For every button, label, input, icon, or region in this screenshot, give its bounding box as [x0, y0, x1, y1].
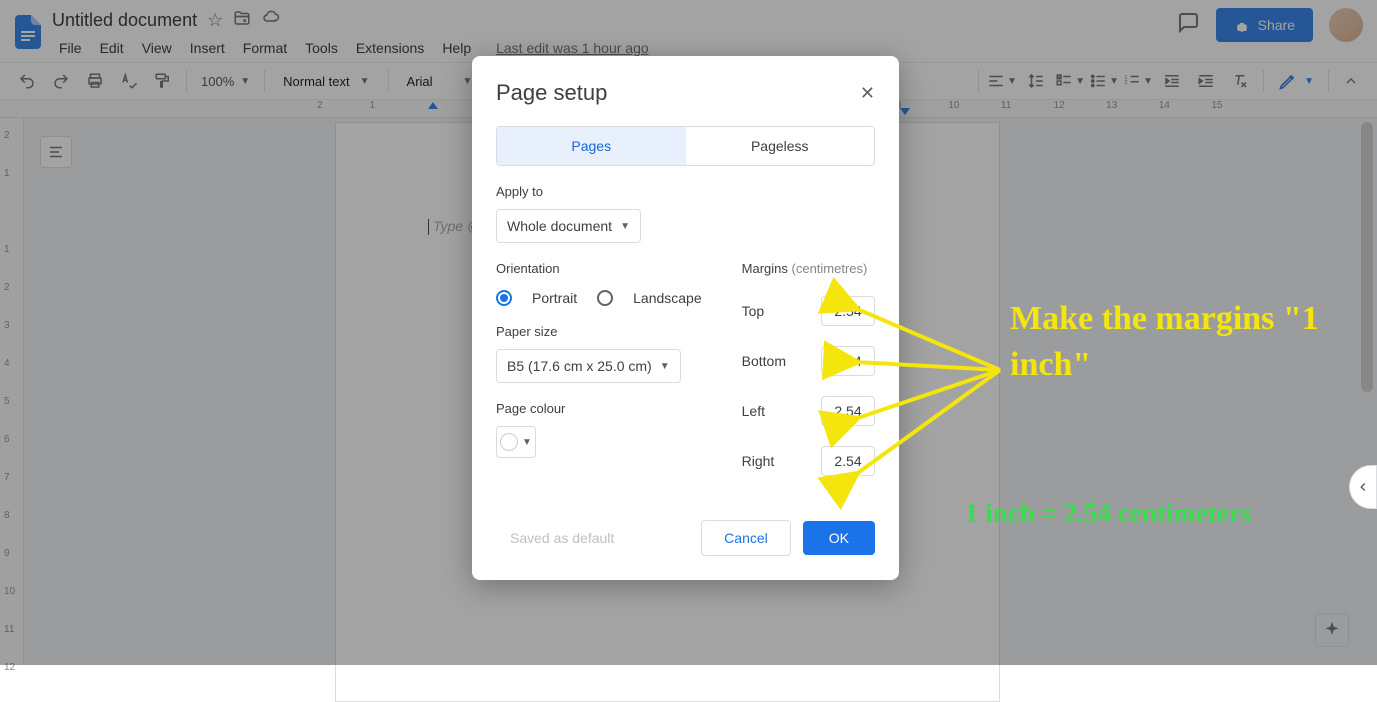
docs-logo[interactable]: [8, 8, 48, 56]
redo-icon[interactable]: [46, 67, 76, 95]
apply-to-label: Apply to: [496, 184, 875, 199]
right-indent-marker[interactable]: [900, 108, 910, 115]
menu-tools[interactable]: Tools: [298, 36, 345, 60]
margin-left-input[interactable]: [821, 396, 875, 426]
cancel-button[interactable]: Cancel: [701, 520, 791, 556]
document-title[interactable]: Untitled document: [52, 10, 197, 31]
paint-format-icon[interactable]: [148, 67, 178, 95]
vertical-ruler[interactable]: 21123456789101112: [0, 118, 24, 665]
align-dropdown[interactable]: ▼: [987, 67, 1017, 95]
account-avatar[interactable]: [1329, 8, 1363, 42]
decrease-indent-icon[interactable]: [1157, 67, 1187, 95]
menu-edit[interactable]: Edit: [93, 36, 131, 60]
hide-menus-icon[interactable]: [1337, 67, 1365, 95]
share-button[interactable]: Share: [1216, 8, 1313, 42]
orientation-landscape-radio[interactable]: [597, 290, 613, 306]
margin-right-input[interactable]: [821, 446, 875, 476]
page-colour-select[interactable]: ▼: [496, 426, 536, 458]
dialog-title: Page setup: [496, 80, 607, 106]
menu-insert[interactable]: Insert: [183, 36, 232, 60]
page-setup-dialog: Page setup ✕ Pages Pageless Apply to Who…: [472, 56, 899, 580]
tab-pageless[interactable]: Pageless: [686, 127, 875, 165]
saved-as-default: Saved as default: [496, 522, 628, 554]
menu-extensions[interactable]: Extensions: [349, 36, 431, 60]
comments-icon[interactable]: [1176, 11, 1200, 40]
menu-format[interactable]: Format: [236, 36, 294, 60]
apply-to-select[interactable]: Whole document▼: [496, 209, 641, 243]
orientation-portrait-radio[interactable]: [496, 290, 512, 306]
checklist-icon[interactable]: ▼: [1055, 67, 1085, 95]
ok-button[interactable]: OK: [803, 521, 875, 555]
explore-button[interactable]: [1315, 613, 1349, 647]
font-select[interactable]: Arial▼: [397, 70, 483, 93]
margin-left-label: Left: [742, 403, 765, 419]
star-icon[interactable]: ☆: [207, 10, 223, 31]
show-outline-button[interactable]: [40, 136, 72, 168]
share-label: Share: [1258, 17, 1295, 33]
editing-mode-button[interactable]: ▼: [1272, 67, 1320, 95]
last-edit-link[interactable]: Last edit was 1 hour ago: [496, 40, 649, 56]
orientation-portrait-label: Portrait: [532, 290, 577, 306]
paper-size-label: Paper size: [496, 324, 702, 339]
margin-bottom-label: Bottom: [742, 353, 786, 369]
orientation-label: Orientation: [496, 261, 702, 276]
margin-bottom-input[interactable]: [821, 346, 875, 376]
svg-text:2: 2: [1125, 80, 1128, 86]
margin-right-label: Right: [742, 453, 775, 469]
annotation-conversion: 1 inch = 2.54 centimeters: [965, 498, 1251, 529]
margin-top-input[interactable]: [821, 296, 875, 326]
menu-file[interactable]: File: [52, 36, 89, 60]
menu-help[interactable]: Help: [435, 36, 478, 60]
undo-icon[interactable]: [12, 67, 42, 95]
tab-pages[interactable]: Pages: [497, 127, 686, 165]
paragraph-style-select[interactable]: Normal text▼: [273, 70, 379, 93]
print-icon[interactable]: [80, 67, 110, 95]
line-spacing-icon[interactable]: [1021, 67, 1051, 95]
page-colour-label: Page colour: [496, 401, 702, 416]
menu-view[interactable]: View: [135, 36, 179, 60]
increase-indent-icon[interactable]: [1191, 67, 1221, 95]
move-icon[interactable]: [233, 9, 251, 32]
clear-formatting-icon[interactable]: [1225, 67, 1255, 95]
cloud-status-icon[interactable]: [261, 9, 281, 32]
spellcheck-icon[interactable]: [114, 67, 144, 95]
orientation-landscape-label: Landscape: [633, 290, 702, 306]
margin-top-label: Top: [742, 303, 765, 319]
margins-label: Margins (centimetres): [742, 261, 875, 276]
paper-size-select[interactable]: B5 (17.6 cm x 25.0 cm)▼: [496, 349, 681, 383]
annotation-margins: Make the margins "1 inch": [1010, 296, 1377, 388]
numbered-list-icon[interactable]: 12▼: [1123, 67, 1153, 95]
zoom-select[interactable]: 100%▼: [195, 70, 256, 93]
close-icon[interactable]: ✕: [860, 83, 875, 104]
bulleted-list-icon[interactable]: ▼: [1089, 67, 1119, 95]
left-indent-marker[interactable]: [428, 102, 438, 109]
